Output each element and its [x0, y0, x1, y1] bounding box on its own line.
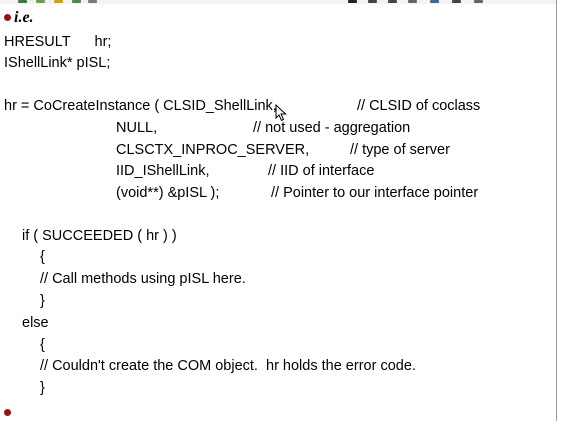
- code-line-ishelllink: IShellLink* pISL;: [4, 55, 111, 71]
- code-brace-open: {: [40, 249, 45, 265]
- toolbar-icon[interactable]: [18, 0, 27, 3]
- bullet-icon: [4, 409, 11, 416]
- code-comment-error: // Couldn't create the COM object. hr ho…: [40, 358, 416, 374]
- toolbar-icon[interactable]: [88, 0, 97, 3]
- code-arg-pointer: (void**) &pISL );: [116, 185, 220, 201]
- slide-heading: i.e.: [14, 9, 34, 26]
- toolbar-icon[interactable]: [452, 0, 461, 3]
- code-line-cocreateinstance: hr = CoCreateInstance ( CLSID_ShellLink,: [4, 98, 277, 114]
- code-comment-call-methods: // Call methods using pISL here.: [40, 271, 246, 287]
- code-line-hresult: HRESULT hr;: [4, 34, 112, 50]
- toolbar-icon[interactable]: [348, 0, 357, 3]
- toolbar-icon[interactable]: [474, 0, 483, 3]
- code-comment-iid: // IID of interface: [268, 163, 375, 179]
- code-line-if: if ( SUCCEEDED ( hr ) ): [22, 228, 177, 244]
- code-comment-aggregation: // not used - aggregation: [253, 120, 411, 136]
- vertical-scrollbar[interactable]: [557, 0, 568, 421]
- code-comment-clsid: // CLSID of coclass: [357, 98, 481, 114]
- mouse-cursor-icon: [275, 104, 287, 122]
- toolbar-icon[interactable]: [36, 0, 45, 3]
- bullet-icon: [4, 14, 11, 21]
- code-brace-open: {: [40, 337, 45, 353]
- code-brace-close: }: [40, 293, 45, 309]
- toolbar-icon[interactable]: [54, 0, 63, 3]
- toolbar-icon[interactable]: [368, 0, 377, 3]
- code-comment-pointer: // Pointer to our interface pointer: [271, 185, 479, 201]
- code-brace-close: }: [40, 380, 45, 396]
- code-arg-null: NULL,: [116, 120, 158, 136]
- toolbar-icon[interactable]: [408, 0, 417, 3]
- toolbar-icon[interactable]: [72, 0, 81, 3]
- code-comment-server: // type of server: [350, 142, 450, 158]
- toolbar-icon[interactable]: [430, 0, 439, 3]
- code-line-else: else: [22, 315, 49, 331]
- code-arg-clsctx: CLSCTX_INPROC_SERVER,: [116, 142, 310, 158]
- toolbar-icon[interactable]: [388, 0, 397, 3]
- code-arg-iid: IID_IShellLink,: [116, 163, 210, 179]
